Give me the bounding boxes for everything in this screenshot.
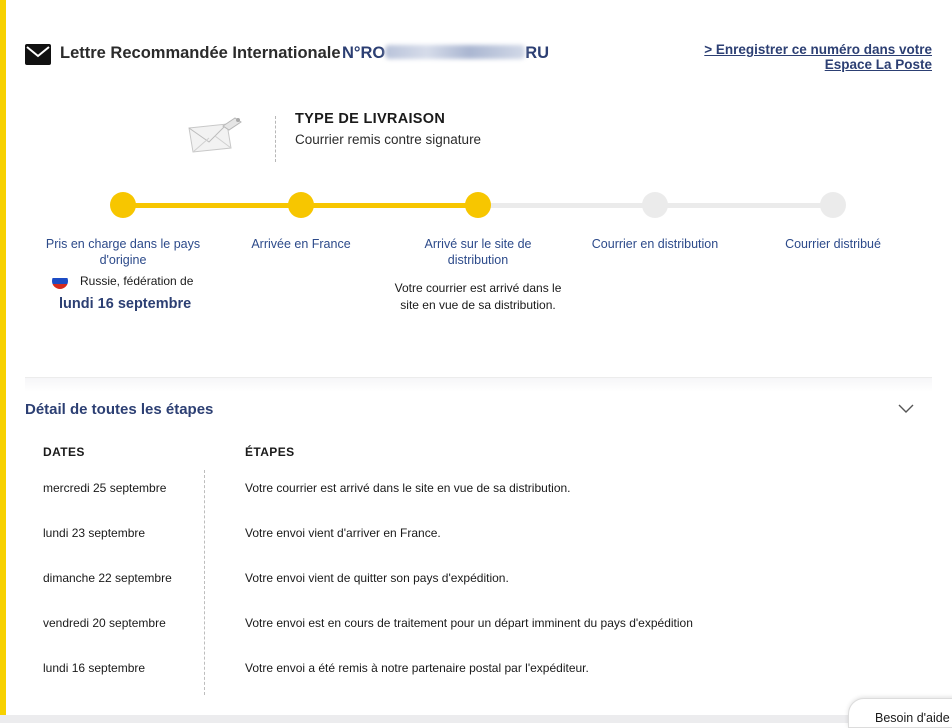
step-description: Votre envoi vient de quitter son pays d'… (245, 571, 509, 585)
step-date: lundi 16 septembre (43, 661, 146, 675)
register-link-line2: Espace La Poste (824, 57, 932, 72)
delivery-divider (275, 116, 276, 162)
register-number-link[interactable]: > Enregistrer ce numéro dans votre Espac… (704, 42, 932, 72)
progress-step-dot (465, 192, 491, 218)
tracking-redacted (385, 45, 526, 59)
start-date: lundi 16 septembre (59, 296, 192, 312)
delivery-type-title: TYPE DE LIVRAISON (295, 111, 446, 127)
step-date: lundi 23 septembre (43, 526, 146, 540)
register-link-line1: > Enregistrer ce numéro dans votre (704, 42, 932, 57)
progress-step-dot (820, 192, 846, 218)
step-description: Votre courrier est arrivé dans le site e… (245, 481, 571, 495)
steps-column-header: ÉTAPES (245, 445, 295, 459)
tracking-card (6, 0, 952, 715)
step-date: vendredi 20 septembre (43, 616, 166, 630)
origin-country-label: Russie, fédération de (80, 274, 194, 288)
step-date: dimanche 22 septembre (43, 571, 172, 585)
envelope-illustration (188, 117, 242, 153)
chevron-down-icon[interactable] (898, 402, 914, 414)
progress-step-dot (110, 192, 136, 218)
delivery-type-value: Courrier remis contre signature (295, 132, 482, 147)
tracking-prefix: N°RO (342, 44, 386, 62)
section-shadow (25, 378, 932, 392)
progress-step-label: Courrier distribué (785, 237, 881, 251)
step-description: Votre envoi vient d'arriver en France. (245, 526, 441, 540)
progress-step-label: Arrivée en France (251, 237, 351, 251)
tracking-suffix: RU (525, 44, 550, 62)
current-step-description: Votre courrier est arrivé dans le site e… (394, 281, 562, 312)
progress-step-label: Pris en charge dans le pays d'origine (45, 237, 201, 267)
dates-column-header: DATES (43, 445, 85, 459)
progress-step-dot (642, 192, 668, 218)
envelope-icon (25, 44, 51, 65)
progress-step-label: Courrier en distribution (591, 237, 719, 251)
progress-step-dot (288, 192, 314, 218)
step-description: Votre envoi est en cours de traitement p… (245, 616, 693, 630)
progress-step-label: Arrivé sur le site de distribution (424, 237, 532, 267)
step-description: Votre envoi a été remis à notre partenai… (245, 661, 589, 675)
page-background (0, 715, 952, 723)
russia-flag-icon (52, 273, 68, 289)
help-button[interactable]: Besoin d'aide (848, 698, 952, 728)
details-title[interactable]: Détail de toutes les étapes (25, 401, 213, 418)
origin-country: Russie, fédération de (52, 273, 193, 289)
step-date: mercredi 25 septembre (43, 481, 167, 495)
table-divider (204, 470, 205, 695)
tracking-number: N°RO RU (342, 44, 549, 63)
page-title: Lettre Recommandée Internationale (60, 44, 341, 62)
